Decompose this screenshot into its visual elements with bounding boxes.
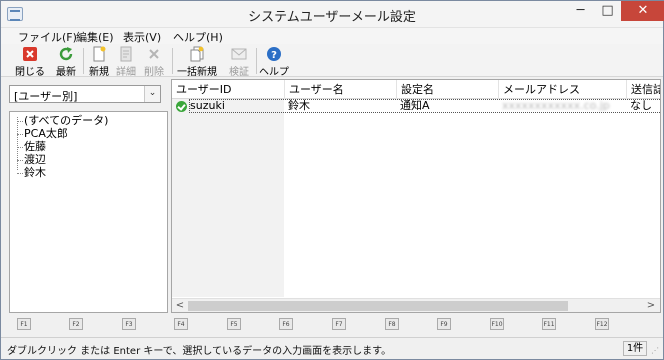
- resize-grip-icon[interactable]: ⋰: [651, 346, 661, 356]
- refresh-button-label: 最新: [56, 67, 76, 78]
- cell-user-name: 鈴木: [288, 99, 310, 112]
- column-header-user-name[interactable]: ユーザー名: [285, 80, 397, 99]
- detail-doc-icon: [120, 46, 132, 62]
- fkey-f1[interactable]: F1: [17, 318, 31, 330]
- menu-help[interactable]: ヘルプ(H): [173, 29, 223, 45]
- close-button[interactable]: 閉じる: [15, 46, 45, 78]
- grid-header: ユーザーID ユーザー名 設定名 メールアドレス 送信誌: [172, 80, 660, 99]
- help-button-label: ヘルプ: [259, 67, 289, 78]
- cell-user-id: suzuki: [190, 99, 225, 112]
- toolbar-separator: [172, 48, 173, 74]
- delete-button[interactable]: 削除: [142, 46, 166, 78]
- column-header-setting-name[interactable]: 設定名: [397, 80, 499, 99]
- fkey-f12[interactable]: F12: [595, 318, 609, 330]
- close-window-button[interactable]: ✕: [621, 1, 664, 21]
- cell-setting-name: 通知A: [400, 99, 430, 112]
- status-message: ダブルクリック または Enter キーで、選択しているデータの入力画面を表示し…: [7, 346, 392, 357]
- column-header-email[interactable]: メールアドレス: [499, 80, 627, 99]
- tree-item-all[interactable]: (すべてのデータ): [14, 114, 108, 127]
- record-count: 1件: [623, 341, 647, 356]
- fkey-f2[interactable]: F2: [69, 318, 83, 330]
- scroll-right-arrow[interactable]: >: [645, 300, 657, 312]
- menu-edit[interactable]: 編集(E): [76, 29, 114, 45]
- maximize-button[interactable]: □: [594, 1, 621, 21]
- fkey-f7[interactable]: F7: [332, 318, 346, 330]
- verify-button[interactable]: 検証: [225, 46, 253, 78]
- tree-item-watanabe[interactable]: 渡辺: [14, 153, 46, 166]
- new-button[interactable]: 新規: [87, 46, 111, 78]
- user-tree: (すべてのデータ) PCA太郎 佐藤 渡辺 鈴木: [9, 111, 168, 313]
- help-button[interactable]: ? ヘルプ: [259, 46, 289, 78]
- column-header-user-id[interactable]: ユーザーID: [172, 80, 285, 99]
- app-window: システムユーザーメール設定 ─ □ ✕ ファイル(F) 編集(E) 表示(V) …: [0, 0, 664, 360]
- scroll-thumb[interactable]: [188, 301, 568, 311]
- grid-body-shade: [172, 99, 284, 297]
- cell-send: なし: [630, 99, 652, 112]
- status-bar: ダブルクリック または Enter キーで、選択しているデータの入力画面を表示し…: [1, 337, 663, 359]
- fkey-f5[interactable]: F5: [227, 318, 241, 330]
- check-circle-icon: [176, 101, 187, 112]
- fkey-f4[interactable]: F4: [174, 318, 188, 330]
- fkey-f11[interactable]: F11: [542, 318, 556, 330]
- refresh-icon: [59, 47, 73, 61]
- tree-item-pca-taro[interactable]: PCA太郎: [14, 127, 68, 140]
- toolbar: 閉じる 最新 新規 詳細 削除 一括新規 検証 ? ヘルプ: [1, 44, 663, 78]
- bulk-new-icon: [190, 46, 204, 62]
- envelope-icon: [231, 48, 247, 60]
- fkey-f9[interactable]: F9: [437, 318, 451, 330]
- delete-button-label: 削除: [144, 67, 164, 78]
- bulk-new-button[interactable]: 一括新規: [176, 46, 218, 78]
- close-button-label: 閉じる: [15, 67, 45, 78]
- tree-item-sato[interactable]: 佐藤: [14, 140, 46, 153]
- minimize-button[interactable]: ─: [567, 1, 594, 21]
- refresh-button[interactable]: 最新: [53, 46, 79, 78]
- new-doc-icon: [93, 46, 106, 62]
- detail-button-label: 詳細: [116, 67, 136, 78]
- scroll-left-arrow[interactable]: <: [174, 300, 186, 312]
- function-key-bar: F1 F2 F3 F4 F5 F6 F7 F8 F9 F10 F11 F12: [1, 315, 663, 335]
- fkey-f6[interactable]: F6: [279, 318, 293, 330]
- fkey-f8[interactable]: F8: [385, 318, 399, 330]
- toolbar-separator: [83, 48, 84, 74]
- title-bar[interactable]: システムユーザーメール設定 ─ □ ✕: [1, 1, 664, 28]
- chevron-down-icon[interactable]: ⌄: [144, 86, 160, 102]
- horizontal-scrollbar[interactable]: < >: [172, 298, 660, 312]
- filter-pane: [ユーザー別] ⌄ (すべてのデータ) PCA太郎 佐藤 渡辺 鈴木: [9, 81, 168, 313]
- close-x-icon: [23, 47, 37, 61]
- menu-file[interactable]: ファイル(F): [18, 29, 77, 45]
- bulk-new-button-label: 一括新規: [177, 67, 217, 78]
- fkey-f10[interactable]: F10: [490, 318, 504, 330]
- detail-button[interactable]: 詳細: [114, 46, 138, 78]
- grouping-select-value: [ユーザー別]: [14, 90, 78, 103]
- cell-email: xxxxxxxxxxxx.co.jp: [502, 99, 610, 112]
- verify-button-label: 検証: [229, 67, 249, 78]
- new-button-label: 新規: [89, 67, 109, 78]
- window-title: システムユーザーメール設定: [248, 10, 416, 25]
- menu-bar: ファイル(F) 編集(E) 表示(V) ヘルプ(H): [1, 28, 663, 44]
- column-header-send[interactable]: 送信誌: [627, 80, 660, 99]
- user-mail-grid: ユーザーID ユーザー名 設定名 メールアドレス 送信誌 suzuki 鈴木 通…: [171, 79, 661, 313]
- svg-text:?: ?: [271, 50, 277, 61]
- menu-view[interactable]: 表示(V): [123, 29, 161, 45]
- delete-x-icon: [149, 49, 159, 59]
- toolbar-separator: [256, 48, 257, 74]
- grouping-select[interactable]: [ユーザー別] ⌄: [9, 85, 161, 103]
- tree-item-suzuki[interactable]: 鈴木: [14, 166, 46, 179]
- table-row[interactable]: suzuki 鈴木 通知A xxxxxxxxxxxx.co.jp なし: [172, 99, 660, 113]
- help-icon: ?: [267, 47, 281, 61]
- fkey-f3[interactable]: F3: [122, 318, 136, 330]
